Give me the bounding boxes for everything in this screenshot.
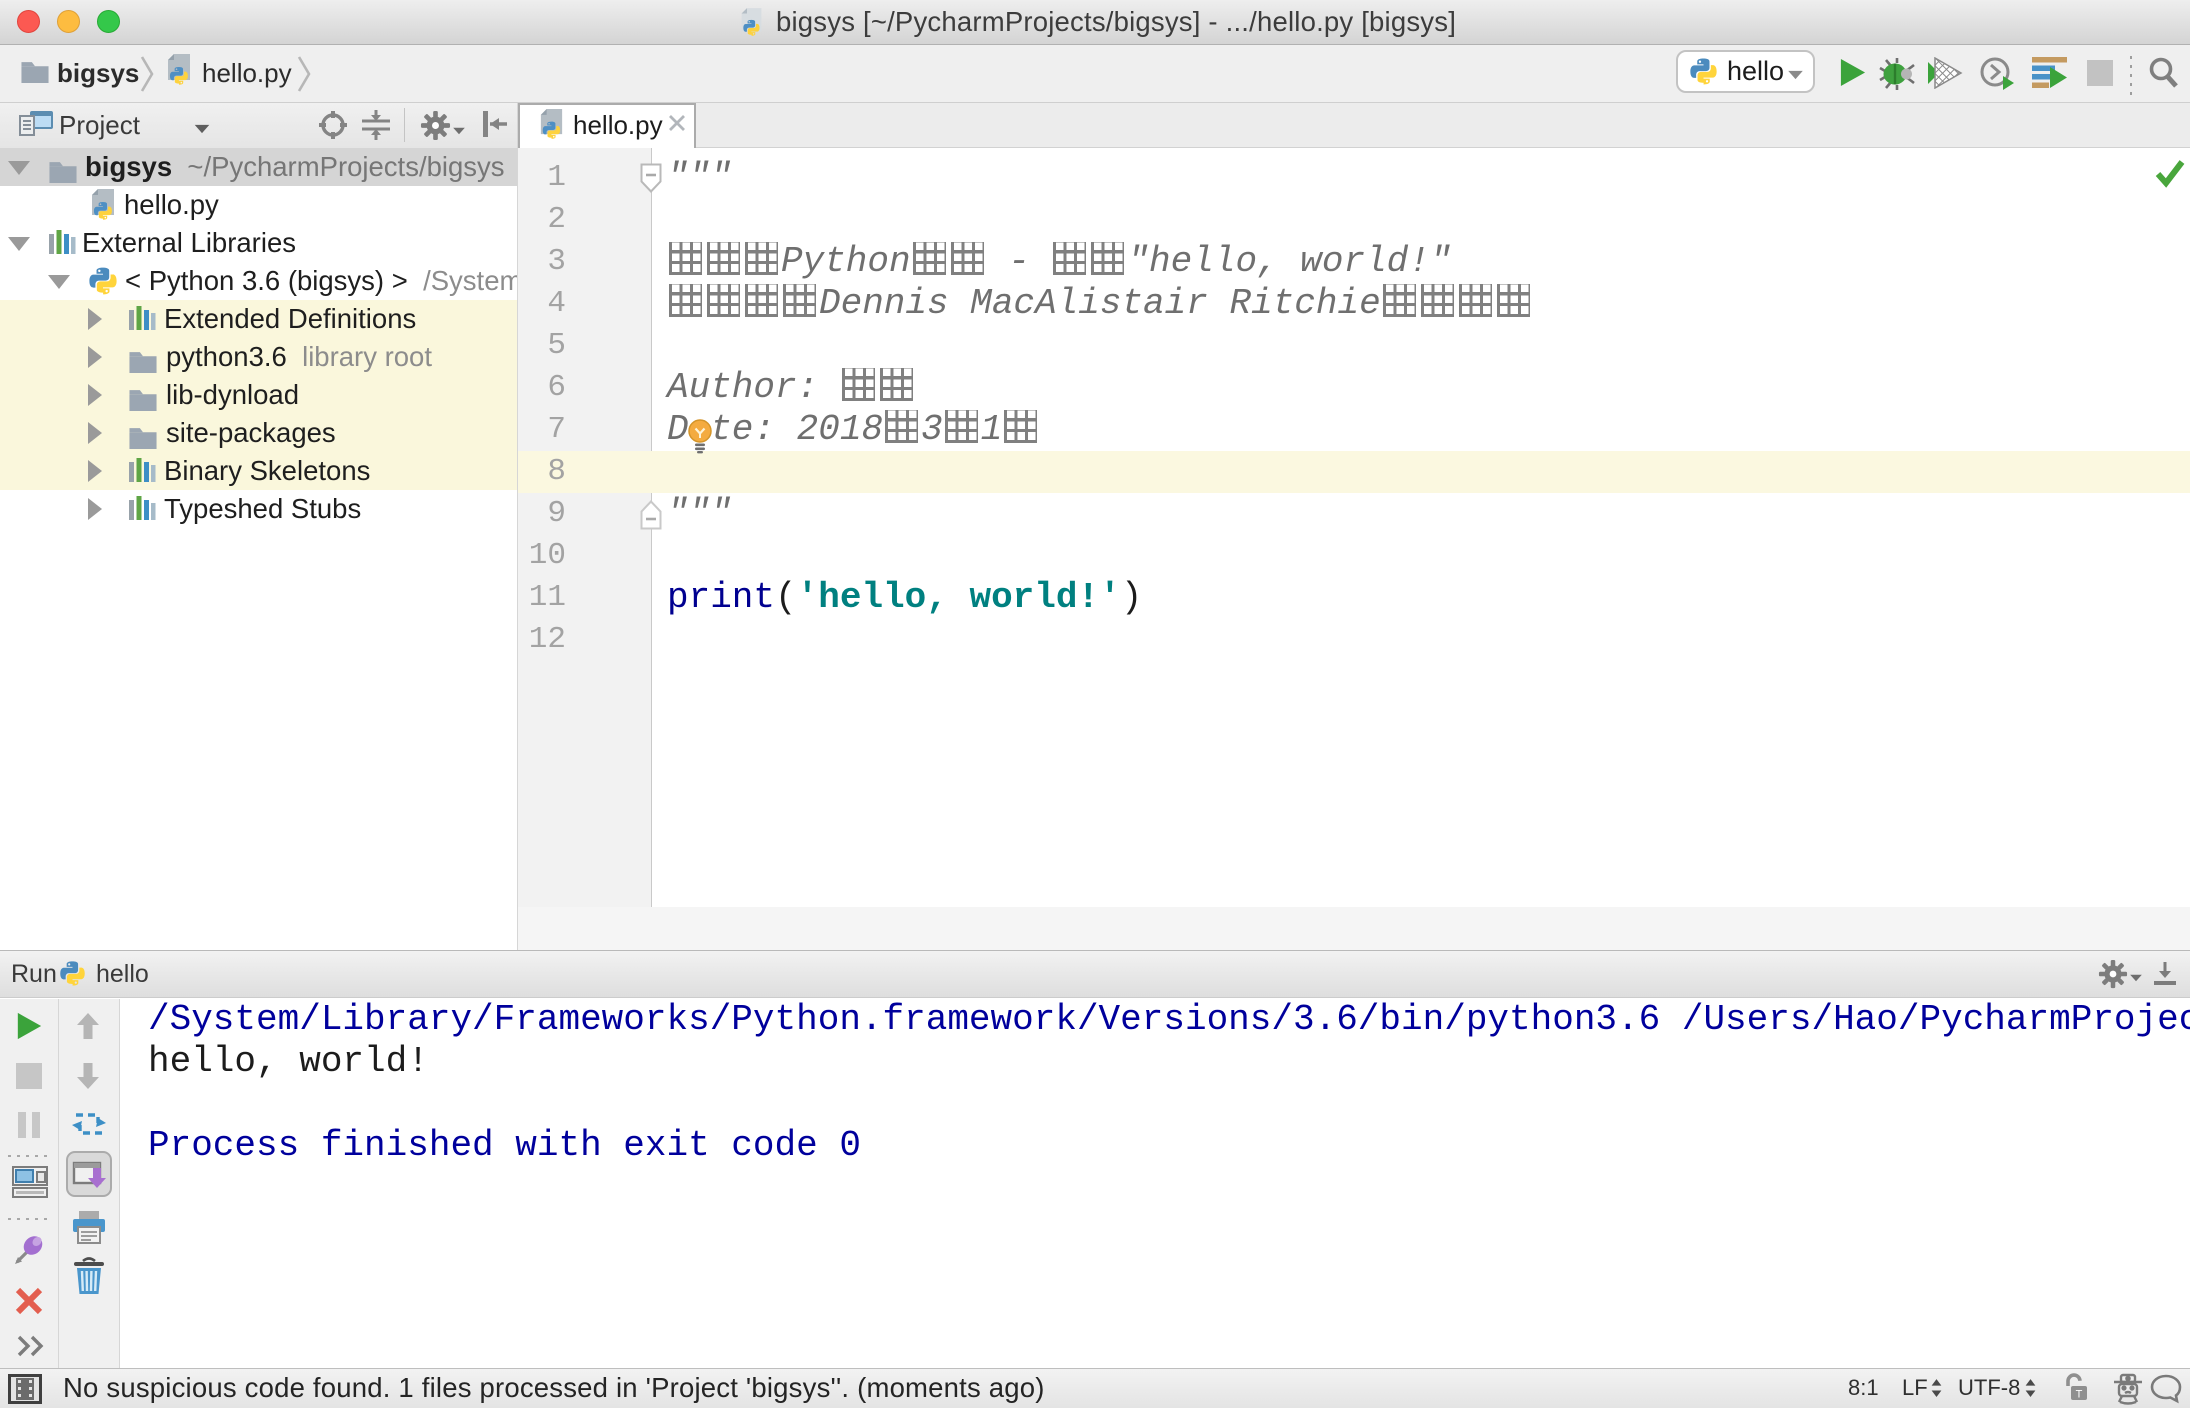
svg-text:T: T <box>2076 1389 2083 1401</box>
